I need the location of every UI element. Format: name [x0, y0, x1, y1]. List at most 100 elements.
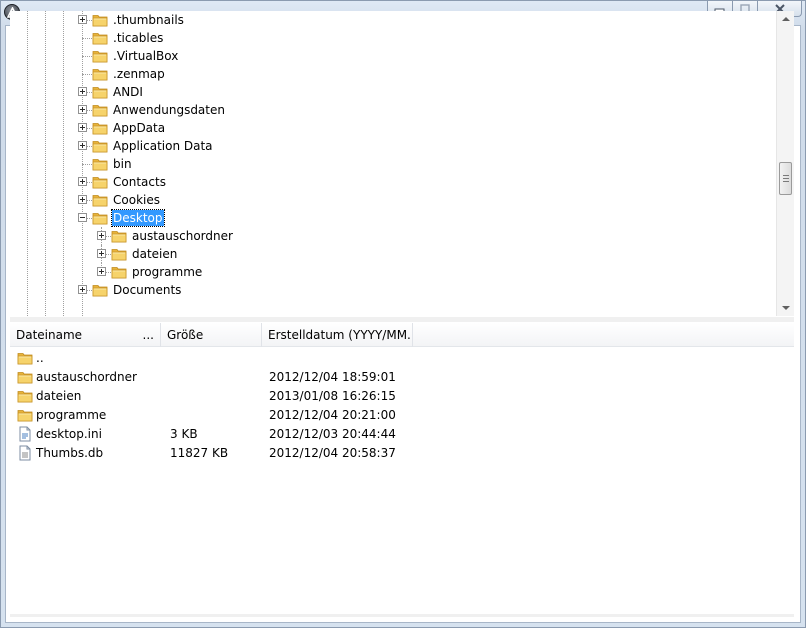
expand-plus-icon[interactable] [97, 249, 106, 258]
file-name: .. [36, 351, 44, 365]
tree-item-label[interactable]: bin [112, 156, 133, 172]
expand-plus-icon[interactable] [78, 105, 87, 114]
folder-icon [92, 12, 108, 28]
folder-icon [92, 102, 108, 118]
settings-file-icon [17, 426, 33, 442]
tree-item[interactable]: Desktop [10, 209, 776, 227]
scroll-up-arrow-icon[interactable] [782, 17, 790, 21]
file-icon [17, 445, 33, 461]
column-header-date[interactable]: Erstelldatum (YYYY/MM... [262, 323, 413, 347]
tree-item[interactable]: Anwendungsdaten [10, 101, 776, 119]
expand-plus-icon[interactable] [78, 195, 87, 204]
tree-connector-line [82, 164, 92, 165]
file-size: 11827 KB [170, 446, 229, 460]
file-date: 2012/12/04 20:58:37 [269, 446, 396, 460]
scrollbar-thumb[interactable] [779, 162, 792, 195]
file-row[interactable]: desktop.ini 3 KB 2012/12/03 20:44:44 [10, 425, 794, 444]
folder-tree[interactable]: .thumbnails .ticables .VirtualBox .zenma… [10, 11, 794, 316]
tree-item[interactable]: AppData [10, 119, 776, 137]
scroll-down-arrow-icon[interactable] [782, 306, 790, 310]
tree-item-label[interactable]: Cookies [112, 192, 161, 208]
collapse-minus-icon[interactable] [78, 213, 87, 222]
expand-plus-icon[interactable] [78, 177, 87, 186]
tree-item-label[interactable]: programme [131, 264, 203, 280]
file-name: dateien [36, 389, 82, 403]
tree-vertical-scrollbar[interactable] [776, 11, 794, 316]
folder-tree-rows: .thumbnails .ticables .VirtualBox .zenma… [10, 11, 776, 316]
tree-item[interactable]: .thumbnails [10, 11, 776, 29]
tree-item[interactable]: Contacts [10, 173, 776, 191]
column-resize-ellipsis: ... [142, 328, 154, 342]
file-date: 2012/12/03 20:44:44 [269, 427, 396, 441]
tree-item[interactable]: Application Data [10, 137, 776, 155]
folder-icon [92, 282, 108, 298]
expand-plus-icon[interactable] [78, 15, 87, 24]
expand-plus-icon[interactable] [97, 267, 106, 276]
folder-icon [17, 388, 33, 404]
file-row[interactable]: austauschordner 2012/12/04 18:59:01 [10, 368, 794, 387]
column-header-size[interactable]: Größe [161, 323, 262, 347]
tree-item-label[interactable]: .ticables [112, 30, 164, 46]
tree-item-label[interactable]: .zenmap [112, 66, 166, 82]
tree-connector-line [82, 74, 92, 75]
folder-icon [92, 210, 108, 226]
tree-item-label[interactable]: austauschordner [131, 228, 234, 244]
column-header-date-label: Erstelldatum (YYYY/MM... [268, 328, 413, 342]
folder-icon [17, 369, 33, 385]
column-header-name-label: Dateiname [16, 328, 83, 342]
folder-icon [92, 66, 108, 82]
tree-item-label[interactable]: AppData [112, 120, 166, 136]
tree-item[interactable]: Cookies [10, 191, 776, 209]
tree-item-label[interactable]: .VirtualBox [112, 48, 179, 64]
expand-plus-icon[interactable] [97, 231, 106, 240]
expand-plus-icon[interactable] [78, 285, 87, 294]
expand-plus-icon[interactable] [78, 141, 87, 150]
grip-line [783, 175, 789, 176]
tree-item[interactable]: programme [10, 263, 776, 281]
file-row[interactable]: programme 2012/12/04 20:21:00 [10, 406, 794, 425]
file-name: desktop.ini [36, 427, 102, 441]
tree-item[interactable]: ANDI [10, 83, 776, 101]
file-size: 3 KB [170, 427, 198, 441]
expand-plus-icon[interactable] [78, 87, 87, 96]
tree-item[interactable]: .ticables [10, 29, 776, 47]
tree-item[interactable]: .zenmap [10, 65, 776, 83]
tree-item-label[interactable]: Desktop [111, 209, 165, 227]
folder-icon [111, 228, 127, 244]
app-window: .thumbnails .ticables .VirtualBox .zenma… [0, 0, 806, 628]
file-date: 2012/12/04 18:59:01 [269, 370, 396, 384]
folder-icon [92, 84, 108, 100]
folder-icon [111, 264, 127, 280]
expand-plus-icon[interactable] [78, 123, 87, 132]
folder-icon [17, 350, 33, 366]
grip-line [783, 181, 789, 182]
tree-item-label[interactable]: Application Data [112, 138, 214, 154]
file-name: programme [36, 408, 107, 422]
folder-icon [92, 192, 108, 208]
file-list[interactable]: Dateiname ... Größe Erstelldatum (YYYY/M… [10, 323, 794, 613]
tree-item[interactable]: austauschordner [10, 227, 776, 245]
file-row[interactable]: Thumbs.db 11827 KB 2012/12/04 20:58:37 [10, 444, 794, 463]
column-header-name[interactable]: Dateiname ... [10, 323, 161, 347]
file-name: Thumbs.db [36, 446, 104, 460]
pane-splitter[interactable] [10, 317, 794, 322]
column-header-size-label: Größe [167, 328, 204, 342]
tree-item[interactable]: bin [10, 155, 776, 173]
folder-icon [111, 246, 127, 262]
tree-item-label[interactable]: dateien [131, 246, 178, 262]
tree-item-label[interactable]: Anwendungsdaten [112, 102, 226, 118]
file-list-header: Dateiname ... Größe Erstelldatum (YYYY/M… [10, 323, 794, 347]
file-row[interactable]: dateien 2013/01/08 16:26:15 [10, 387, 794, 406]
tree-item[interactable]: dateien [10, 245, 776, 263]
folder-icon [92, 30, 108, 46]
folder-icon [92, 138, 108, 154]
tree-item-label[interactable]: Contacts [112, 174, 167, 190]
grip-line [783, 178, 789, 179]
file-row[interactable]: .. [10, 349, 794, 368]
tree-item-label[interactable]: ANDI [112, 84, 144, 100]
tree-item-label[interactable]: Documents [112, 282, 182, 298]
tree-item[interactable]: .VirtualBox [10, 47, 776, 65]
folder-icon [92, 48, 108, 64]
tree-item[interactable]: Documents [10, 281, 776, 299]
tree-item-label[interactable]: .thumbnails [112, 12, 185, 28]
